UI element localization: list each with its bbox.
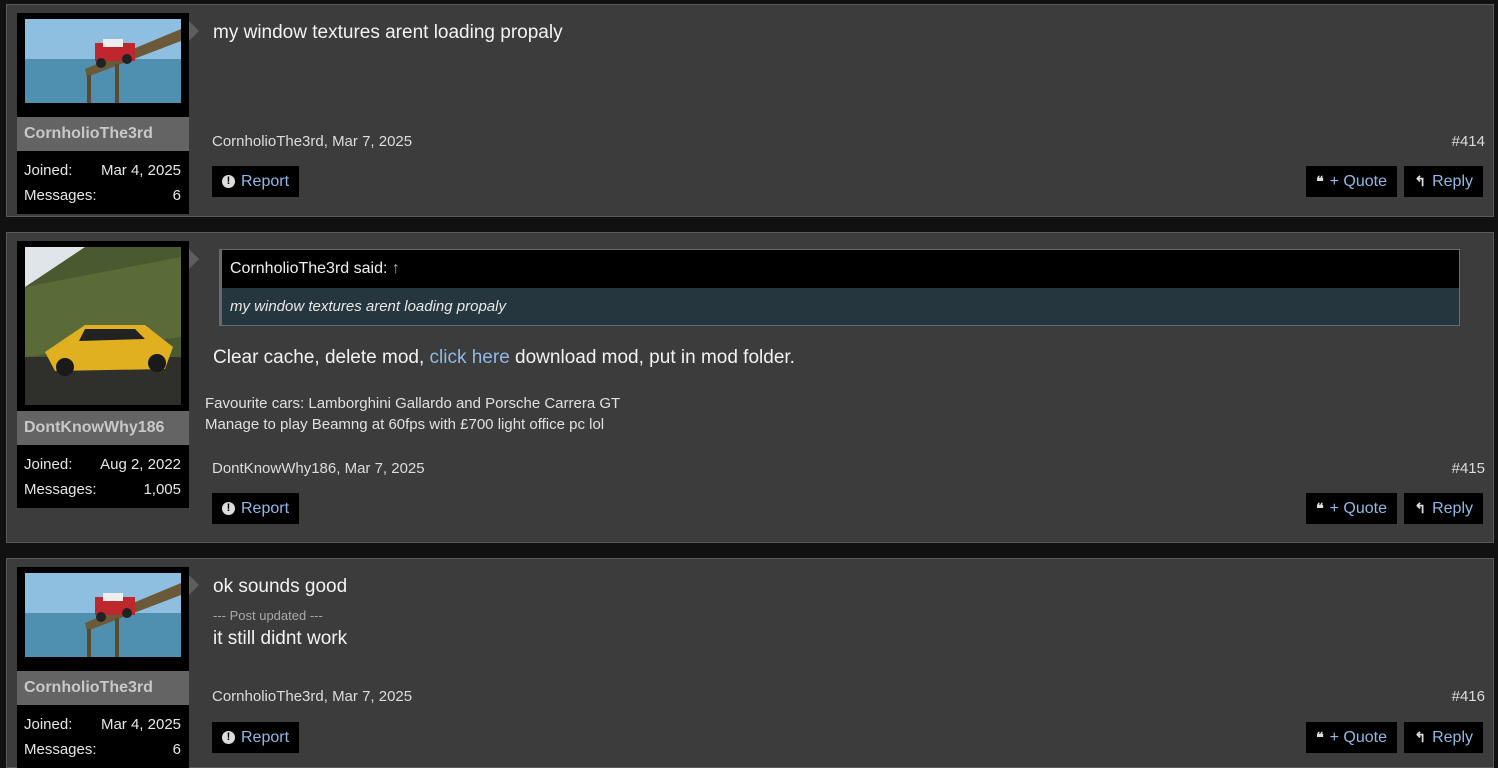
post-416: CornholioThe3rd Joined: Mar 4, 2025 Messa… [6, 558, 1494, 768]
avatar[interactable] [25, 247, 181, 405]
user-info: CornholioThe3rd Joined: Mar 4, 2025 Messa… [17, 567, 189, 768]
quote-label: + Quote [1329, 173, 1387, 190]
avatar-frame [17, 567, 189, 671]
user-stats: Joined: Aug 2, 2022 Messages: 1,005 [17, 445, 189, 508]
post-content: ok sounds good --- Post updated --- it s… [212, 559, 1485, 767]
message-text: it still didnt work [213, 628, 348, 649]
messages-label: Messages: [24, 741, 97, 758]
joined-value: Aug 2, 2022 [100, 456, 181, 473]
signature-line: Favourite cars: Lamborghini Gallardo and… [205, 395, 621, 412]
user-info: CornholioThe3rd Joined: Mar 4, 2025 Messa… [17, 13, 189, 214]
username[interactable]: DontKnowWhy186 [17, 411, 189, 445]
quote-header: CornholioThe3rd said: ↑ [222, 250, 1459, 288]
click-here-link[interactable]: click here [430, 347, 510, 368]
username[interactable]: CornholioThe3rd [17, 117, 189, 151]
post-number[interactable]: #415 [1452, 460, 1485, 477]
quote-button[interactable]: ❝ + Quote [1306, 722, 1397, 753]
report-icon: ! [222, 502, 235, 515]
joined-value: Mar 4, 2025 [100, 716, 181, 733]
messages-value[interactable]: 6 [173, 183, 181, 208]
quote-button[interactable]: ❝ + Quote [1306, 166, 1397, 197]
quote-icon: ❝ [1316, 729, 1324, 745]
user-stats: Joined: Mar 4, 2025 Messages: 6 [17, 151, 189, 214]
messages-value[interactable]: 1,005 [143, 477, 181, 502]
report-icon: ! [222, 175, 235, 188]
username[interactable]: CornholioThe3rd [17, 671, 189, 705]
messages-label: Messages: [24, 481, 97, 498]
signature: Favourite cars: Lamborghini Gallardo and… [205, 393, 620, 435]
report-button[interactable]: ! Report [212, 493, 300, 524]
post-meta[interactable]: DontKnowWhy186, Mar 7, 2025 [212, 460, 425, 477]
post-meta[interactable]: CornholioThe3rd, Mar 7, 2025 [212, 133, 412, 150]
report-button[interactable]: ! Report [212, 166, 300, 197]
signature-line: Manage to play Beamng at 60fps with £700… [205, 416, 605, 433]
avatar-frame [17, 13, 189, 117]
user-info: DontKnowWhy186 Joined: Aug 2, 2022 Messag… [17, 241, 189, 508]
quote-author[interactable]: CornholioThe3rd said: [230, 260, 387, 277]
reply-label: Reply [1432, 729, 1473, 746]
message-part: download mod, put in mod folder. [509, 347, 795, 368]
joined-label: Joined: [24, 162, 73, 179]
quote-text: my window textures arent loading propaly [222, 288, 1459, 325]
reply-button[interactable]: ↰ Reply [1404, 722, 1483, 753]
joined-value: Mar 4, 2025 [100, 162, 181, 179]
quote-button[interactable]: ❝ + Quote [1306, 493, 1397, 524]
reply-button[interactable]: ↰ Reply [1404, 166, 1483, 197]
messages-value[interactable]: 6 [173, 737, 181, 762]
reply-icon: ↰ [1414, 500, 1427, 516]
post-meta[interactable]: CornholioThe3rd, Mar 7, 2025 [212, 688, 412, 705]
user-stats: Joined: Mar 4, 2025 Messages: 6 [17, 705, 189, 768]
quote-icon: ❝ [1316, 500, 1324, 516]
reply-icon: ↰ [1414, 729, 1427, 745]
jump-up-icon[interactable]: ↑ [392, 260, 400, 277]
post-415: DontKnowWhy186 Joined: Aug 2, 2022 Messag… [6, 232, 1494, 543]
post-number[interactable]: #414 [1452, 133, 1485, 150]
message-part: Clear cache, delete mod, [213, 347, 430, 368]
post-number[interactable]: #416 [1452, 688, 1485, 705]
report-button[interactable]: ! Report [212, 722, 300, 753]
post-content: CornholioThe3rd said: ↑ my window textur… [205, 233, 1485, 542]
quote-block: CornholioThe3rd said: ↑ my window textur… [219, 249, 1460, 326]
message-text: my window textures arent loading propaly [213, 22, 563, 43]
post-content: my window textures arent loading propaly… [212, 5, 1485, 216]
quote-label: + Quote [1329, 729, 1387, 746]
reply-icon: ↰ [1414, 173, 1427, 189]
pointer-arrow [189, 575, 199, 595]
reply-label: Reply [1432, 173, 1473, 190]
report-label: Report [241, 173, 290, 190]
report-label: Report [241, 729, 290, 746]
joined-label: Joined: [24, 456, 73, 473]
report-icon: ! [222, 731, 235, 744]
message-text: Clear cache, delete mod, click here down… [213, 347, 795, 369]
avatar-frame [17, 241, 189, 411]
reply-button[interactable]: ↰ Reply [1404, 493, 1483, 524]
reply-label: Reply [1432, 500, 1473, 517]
message-text: ok sounds good [213, 576, 348, 597]
quote-label: + Quote [1329, 500, 1387, 517]
pointer-arrow [189, 21, 199, 41]
messages-label: Messages: [24, 187, 97, 204]
quote-icon: ❝ [1316, 173, 1324, 189]
report-label: Report [241, 500, 290, 517]
pointer-arrow [189, 249, 199, 269]
post-updated-divider: --- Post updated --- [213, 608, 323, 623]
post-414: CornholioThe3rd Joined: Mar 4, 2025 Messa… [6, 4, 1494, 217]
avatar[interactable] [25, 573, 181, 657]
avatar[interactable] [25, 19, 181, 103]
joined-label: Joined: [24, 716, 73, 733]
